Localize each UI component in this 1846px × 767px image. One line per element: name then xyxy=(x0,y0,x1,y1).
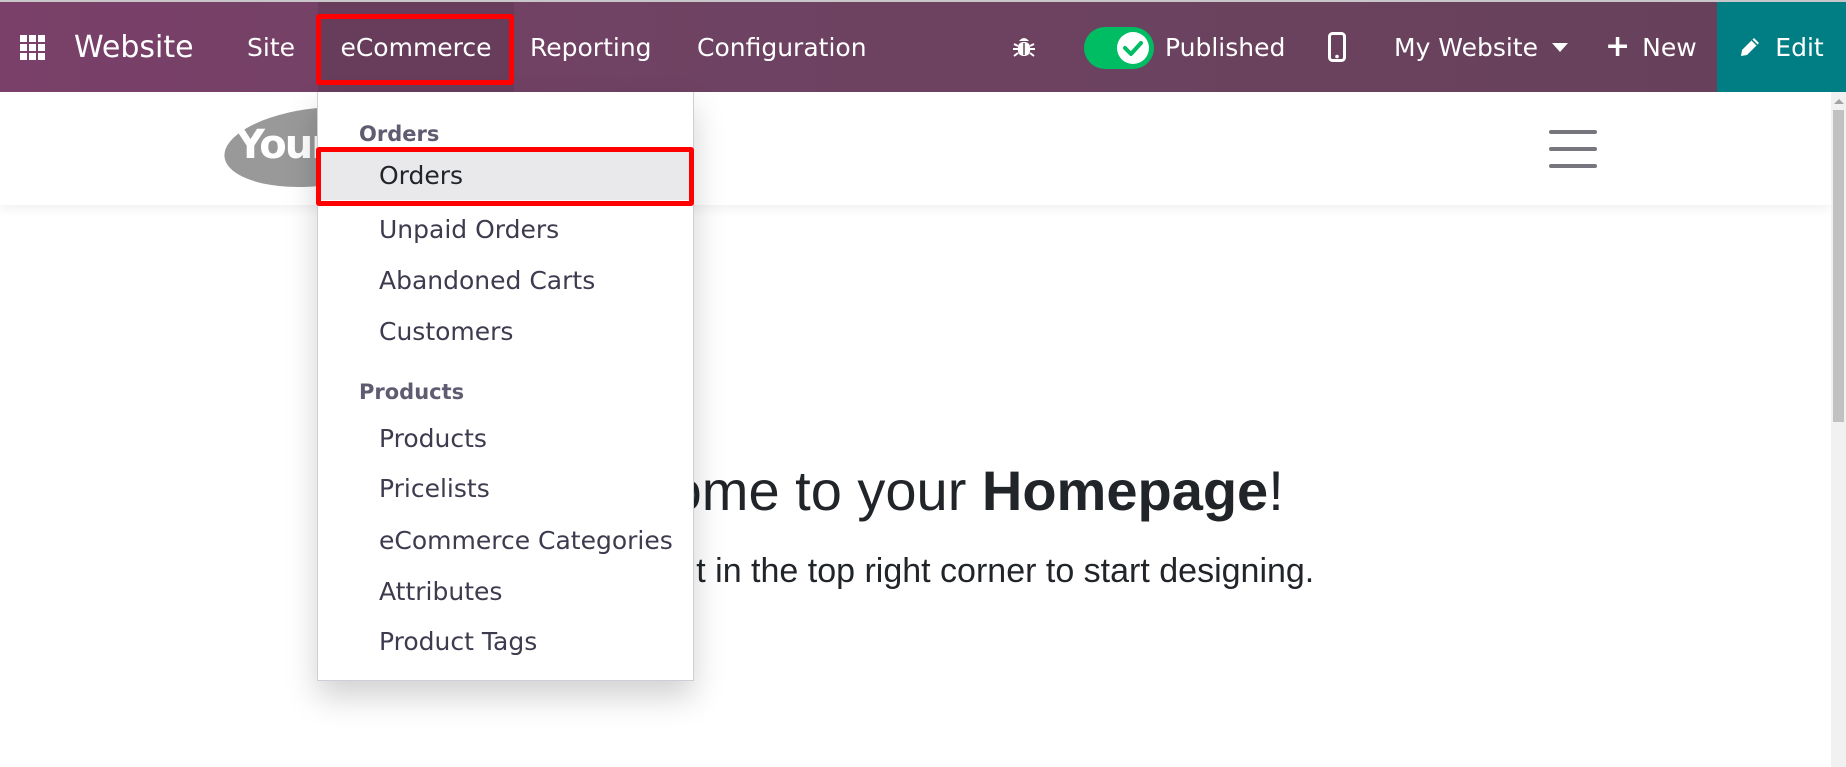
bug-icon[interactable] xyxy=(1010,2,1038,92)
menu-ecommerce[interactable]: eCommerce xyxy=(318,2,514,92)
plus-icon: + xyxy=(1605,29,1631,64)
publish-toggle[interactable] xyxy=(1084,27,1154,69)
website-selector[interactable]: My Website xyxy=(1394,2,1568,92)
dropdown-item-products[interactable]: Products xyxy=(318,413,693,463)
site-menu-toggle-icon[interactable] xyxy=(1549,130,1597,168)
top-navbar: Website Site eCommerce Reporting Configu… xyxy=(0,0,1846,92)
check-icon xyxy=(1117,32,1149,64)
dropdown-item-customers[interactable]: Customers xyxy=(318,306,693,356)
page-scrollbar[interactable] xyxy=(1831,92,1846,767)
dropdown-item-product-tags[interactable]: Product Tags xyxy=(318,616,693,666)
logo-text: Your xyxy=(236,122,331,168)
new-button-label: New xyxy=(1642,32,1697,62)
caret-down-icon xyxy=(1551,42,1568,52)
pencil-icon xyxy=(1741,38,1760,56)
website-selector-label: My Website xyxy=(1394,32,1538,62)
new-button[interactable]: + New xyxy=(1605,2,1697,92)
ecommerce-dropdown-menu: Orders Orders Unpaid Orders Abandoned Ca… xyxy=(317,92,694,681)
hero-title: Welcome to your Homepage! xyxy=(547,459,1284,522)
scrollbar-thumb[interactable] xyxy=(1833,110,1844,422)
menu-reporting[interactable]: Reporting xyxy=(530,2,652,92)
dropdown-item-orders[interactable]: Orders xyxy=(318,150,693,200)
app-name[interactable]: Website xyxy=(74,2,194,92)
scroll-up-arrow-icon[interactable] xyxy=(1834,99,1844,104)
menu-configuration[interactable]: Configuration xyxy=(697,2,867,92)
edit-button-label: Edit xyxy=(1775,32,1824,62)
dropdown-item-ecommerce-categories[interactable]: eCommerce Categories xyxy=(318,515,693,565)
dropdown-item-pricelists[interactable]: Pricelists xyxy=(318,463,693,513)
dropdown-item-attributes[interactable]: Attributes xyxy=(318,566,693,616)
dropdown-item-unpaid-orders[interactable]: Unpaid Orders xyxy=(318,204,693,254)
publish-status-label[interactable]: Published xyxy=(1165,2,1285,92)
dropdown-section-header-products: Products xyxy=(359,380,465,404)
mobile-phone-icon[interactable] xyxy=(1326,2,1348,92)
apps-grid-icon[interactable] xyxy=(20,2,50,92)
menu-site[interactable]: Site xyxy=(247,2,295,92)
edit-button[interactable]: Edit xyxy=(1717,2,1846,92)
dropdown-item-abandoned-carts[interactable]: Abandoned Carts xyxy=(318,255,693,305)
dropdown-section-header-orders: Orders xyxy=(359,122,440,146)
hero-subtitle: Click on Edit in the top right corner to… xyxy=(516,552,1315,590)
